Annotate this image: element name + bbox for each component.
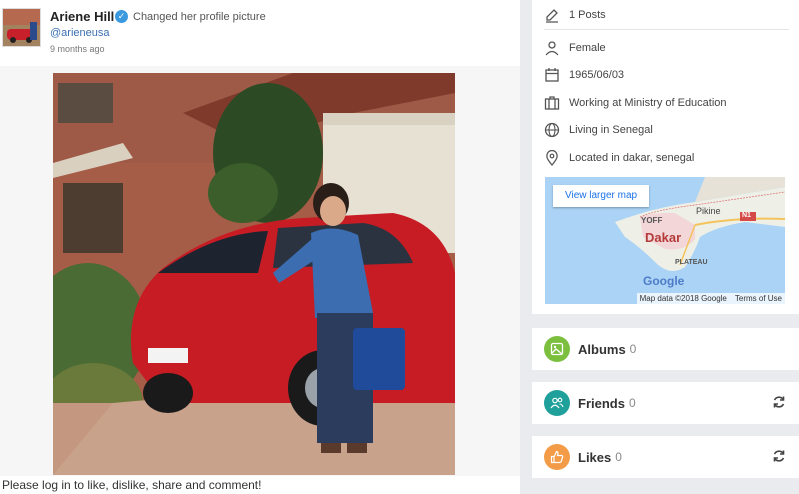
map-pin-icon: [546, 150, 558, 166]
albums-label: Albums: [578, 341, 626, 357]
post-action-text: Changed her profile picture: [133, 11, 266, 23]
living-text: Living in Senegal: [569, 124, 653, 136]
albums-card[interactable]: Albums 0: [532, 328, 799, 370]
post-author-name[interactable]: Ariene Hill: [50, 9, 114, 24]
friends-label: Friends: [578, 395, 625, 411]
google-logo: Google: [643, 274, 685, 288]
albums-badge: [544, 336, 570, 362]
users-icon: [550, 397, 564, 409]
friends-refresh-icon[interactable]: [772, 395, 786, 409]
avatar[interactable]: [2, 8, 41, 47]
work-text: Working at Ministry of Education: [569, 97, 727, 109]
about-posts[interactable]: 1 Posts: [544, 0, 789, 30]
about-card: 1 Posts Female 1965/06/03 Working at Min…: [532, 0, 799, 314]
likes-label: Likes: [578, 449, 612, 465]
friends-card[interactable]: Friends 0: [532, 382, 799, 424]
location-map[interactable]: YOFF Pikine N1 Dakar PLATEAU Google View…: [545, 177, 785, 304]
about-work: Working at Ministry of Education: [544, 91, 789, 115]
image-icon: [550, 342, 564, 356]
building-icon: [544, 96, 560, 110]
likes-badge: [544, 444, 570, 470]
post-photo[interactable]: [53, 73, 455, 475]
post-timestamp[interactable]: 9 months ago: [50, 44, 105, 54]
login-prompt: Please log in to like, dislike, share an…: [2, 478, 262, 492]
globe-icon: [544, 122, 560, 138]
posts-count: 1 Posts: [569, 8, 606, 21]
friends-count: 0: [628, 396, 636, 410]
birthdate-text: 1965/06/03: [569, 69, 625, 81]
about-living: Living in Senegal: [544, 118, 789, 142]
map-label-plateau: PLATEAU: [675, 259, 708, 266]
friends-badge: [544, 390, 570, 416]
about-gender: Female: [544, 36, 789, 60]
likes-card[interactable]: Likes 0: [532, 436, 799, 478]
likes-refresh-icon[interactable]: [772, 449, 786, 463]
gender-text: Female: [569, 42, 606, 54]
terms-of-use-link[interactable]: Terms of Use: [735, 293, 782, 304]
post-card: Ariene Hill ✓ Changed her profile pictur…: [0, 0, 520, 494]
post-author-handle[interactable]: @arieneusa: [50, 27, 109, 39]
albums-count: 0: [629, 342, 637, 356]
about-birthdate: 1965/06/03: [544, 63, 789, 87]
post-photo-area: [0, 66, 520, 476]
map-label-yoff: YOFF: [641, 216, 663, 225]
view-larger-map-button[interactable]: View larger map: [553, 185, 650, 207]
map-label-pikine: Pikine: [696, 206, 721, 216]
calendar-icon: [545, 68, 559, 82]
thumbs-up-icon: [550, 450, 564, 464]
map-label-dakar: Dakar: [645, 230, 682, 245]
map-attribution: Map data ©2018 Google Terms of Use: [636, 293, 785, 304]
map-label-n1: N1: [742, 212, 751, 219]
location-text: Located in dakar, senegal: [569, 152, 695, 164]
pencil-icon: [546, 8, 558, 23]
user-icon: [545, 41, 559, 56]
verified-icon: ✓: [115, 10, 128, 23]
map-data-text: Map data ©2018 Google: [639, 294, 727, 303]
likes-count: 0: [615, 450, 622, 464]
about-location: Located in dakar, senegal: [544, 146, 789, 170]
